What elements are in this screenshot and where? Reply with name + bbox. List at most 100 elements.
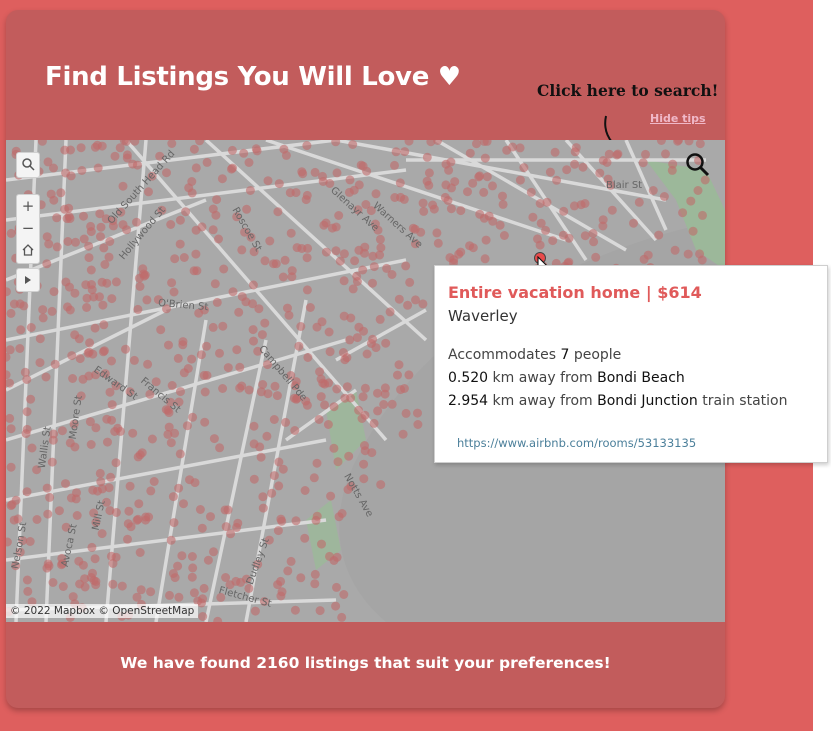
listing-dot[interactable] [344,451,354,461]
listing-dot[interactable] [141,512,151,522]
listing-dot[interactable] [23,586,33,596]
listing-dot[interactable] [227,145,237,155]
listing-dot[interactable] [68,374,78,383]
listing-dot[interactable] [50,359,60,369]
listing-dot[interactable] [166,220,176,229]
listing-dot[interactable] [480,254,490,264]
listing-dot[interactable] [588,229,598,238]
listing-dot[interactable] [42,259,52,269]
listing-dot[interactable] [35,334,45,344]
listing-dot[interactable] [187,177,197,186]
listing-dot[interactable] [479,213,489,223]
listing-dot[interactable] [413,408,422,418]
listing-dot[interactable] [267,488,277,498]
listing-dot[interactable] [135,282,145,291]
listing-dot[interactable] [270,381,280,391]
listing-dot[interactable] [191,249,201,259]
listing-dot[interactable] [80,582,90,592]
listing-dot[interactable] [548,236,558,246]
listing-dot[interactable] [419,206,429,216]
listing-dot[interactable] [71,494,81,504]
listing-dot[interactable] [629,218,638,228]
listing-dot[interactable] [52,213,62,223]
listing-dot[interactable] [104,252,114,262]
listing-dot[interactable] [331,140,341,147]
zoom-out-button[interactable]: − [16,217,40,239]
listing-dot[interactable] [456,247,466,257]
listing-dot[interactable] [515,175,525,185]
listing-dot[interactable] [545,167,555,177]
listing-dot[interactable] [589,237,599,247]
listing-dot[interactable] [149,477,159,486]
listing-dot[interactable] [76,143,86,153]
listing-dot[interactable] [595,168,605,178]
listing-dot[interactable] [495,220,505,230]
listing-dot[interactable] [390,160,399,170]
listing-dot[interactable] [334,512,344,522]
listing-dot[interactable] [67,351,77,361]
listing-dot[interactable] [45,492,55,502]
listing-dot[interactable] [396,192,406,202]
listing-dot[interactable] [209,547,218,557]
listing-dot[interactable] [418,198,428,208]
listing-dot[interactable] [441,180,451,190]
listing-dot[interactable] [571,143,581,153]
listing-dot[interactable] [187,354,197,364]
listing-dot[interactable] [44,239,54,249]
listing-dot[interactable] [366,339,376,348]
listing-dot[interactable] [368,278,377,288]
listing-dot[interactable] [106,551,116,561]
listing-dot[interactable] [339,276,349,286]
listing-dot[interactable] [195,140,205,146]
listing-dot[interactable] [277,587,287,597]
listing-dot[interactable] [235,383,245,393]
listing-dot[interactable] [465,148,475,158]
listing-dot[interactable] [146,587,156,597]
listing-dot[interactable] [276,514,286,524]
listing-dot[interactable] [248,299,257,309]
listing-dot[interactable] [323,420,333,429]
listing-dot[interactable] [281,417,291,427]
listing-dot[interactable] [132,592,142,602]
listing-dot[interactable] [479,187,489,197]
listing-dot[interactable] [249,421,259,431]
listing-dot[interactable] [174,483,184,493]
listing-dot[interactable] [290,426,300,435]
listing-dot[interactable] [445,253,455,263]
listing-dot[interactable] [57,426,67,436]
listing-dot[interactable] [297,167,307,177]
listing-dot[interactable] [376,243,386,253]
listing-dot[interactable] [107,400,117,410]
listing-dot[interactable] [321,247,331,257]
listing-dot[interactable] [202,341,211,351]
listing-dot[interactable] [105,506,115,516]
listing-dot[interactable] [354,245,364,255]
listing-dot[interactable] [107,294,117,304]
listing-dot[interactable] [456,206,466,216]
listing-dot[interactable] [244,385,254,395]
listing-dot[interactable] [84,241,94,251]
listing-link[interactable]: https://www.airbnb.com/rooms/53133135 [457,436,696,450]
listing-dot[interactable] [187,552,197,561]
listing-dot[interactable] [319,220,329,230]
listing-dot[interactable] [287,266,297,276]
listing-dot[interactable] [143,359,153,369]
listing-dot[interactable] [686,196,696,206]
listing-dot[interactable] [32,515,42,524]
listing-dot[interactable] [79,211,88,221]
listing-dot[interactable] [132,217,141,227]
listing-dot[interactable] [678,208,688,218]
listing-dot[interactable] [42,563,52,573]
listing-dot[interactable] [22,575,32,585]
listing-dot[interactable] [66,171,76,181]
listing-dot[interactable] [400,147,410,157]
listing-dot[interactable] [373,406,383,416]
listing-dot[interactable] [258,380,268,389]
listing-dot[interactable] [331,246,341,256]
listing-dot[interactable] [182,421,192,431]
listing-dot[interactable] [123,534,132,544]
listing-dot[interactable] [249,474,259,484]
listing-dot[interactable] [70,288,80,298]
listing-dot[interactable] [43,157,53,167]
listing-dot[interactable] [260,256,270,266]
